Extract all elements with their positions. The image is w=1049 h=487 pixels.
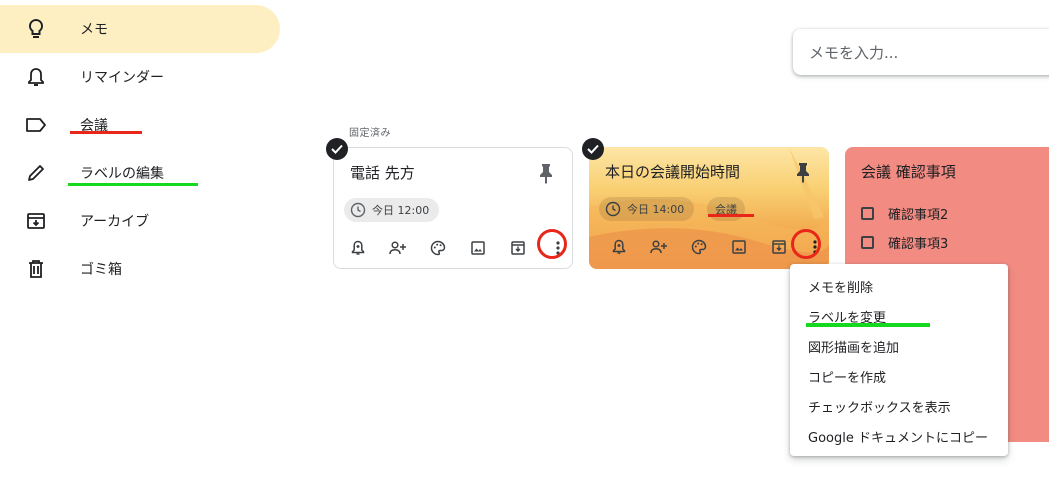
sidebar-item-trash[interactable]: ゴミ箱 xyxy=(0,245,280,293)
menu-item-show-checkboxes[interactable]: チェックボックスを表示 xyxy=(808,397,951,416)
sidebar-item-meeting[interactable]: 会議 xyxy=(0,101,280,149)
note-toolbar xyxy=(599,233,824,261)
reminder-bell-icon[interactable] xyxy=(344,234,372,262)
reminder-text: 今日 12:00 xyxy=(372,204,430,217)
search-input[interactable]: メモを入力... xyxy=(793,29,1049,75)
clock-icon xyxy=(605,201,621,217)
note-title: 会議 確認事項 xyxy=(861,163,956,181)
menu-item-add-drawing[interactable]: 図形描画を追加 xyxy=(808,337,899,356)
label-icon xyxy=(24,113,48,137)
bell-icon xyxy=(24,65,48,89)
sidebar-item-memo[interactable]: メモ xyxy=(0,5,280,53)
note-card[interactable]: 電話 先方 今日 12:00 xyxy=(333,147,573,269)
sidebar-item-reminders[interactable]: リマインダー xyxy=(0,53,280,101)
archive-icon[interactable] xyxy=(765,233,793,261)
checkbox[interactable] xyxy=(861,236,874,249)
sidebar-item-label: アーカイブ xyxy=(80,214,150,230)
menu-item-copy-to-google-docs[interactable]: Google ドキュメントにコピー xyxy=(808,427,988,446)
menu-item-make-copy[interactable]: コピーを作成 xyxy=(808,367,886,386)
add-collaborator-icon[interactable] xyxy=(384,234,412,262)
checkbox[interactable] xyxy=(861,207,874,220)
lightbulb-icon xyxy=(24,17,48,41)
add-collaborator-icon[interactable] xyxy=(645,233,673,261)
pencil-icon xyxy=(24,161,48,185)
note-title: 電話 先方 xyxy=(350,164,415,182)
search-placeholder: メモを入力... xyxy=(809,43,899,62)
sidebar-item-label: リマインダー xyxy=(80,70,164,86)
select-check-icon[interactable] xyxy=(582,138,604,160)
checklist-item-text: 確認事項3 xyxy=(888,237,949,252)
annotation-circle-red xyxy=(537,229,567,259)
pin-icon[interactable] xyxy=(536,162,556,184)
clock-icon xyxy=(350,202,366,218)
reminder-text: 今日 14:00 xyxy=(627,203,685,216)
checklist-item[interactable]: 確認事項3 xyxy=(861,233,948,252)
image-icon[interactable] xyxy=(725,233,753,261)
checklist-item-text: 確認事項2 xyxy=(888,208,949,223)
annotation-underline-red xyxy=(70,131,142,134)
menu-item-delete-note[interactable]: メモを削除 xyxy=(808,277,873,296)
annotation-circle-red xyxy=(791,229,821,259)
sidebar-item-label: ゴミ箱 xyxy=(80,262,122,278)
sidebar-item-label: メモ xyxy=(80,22,108,38)
sidebar-item-archive[interactable]: アーカイブ xyxy=(0,197,280,245)
select-check-icon[interactable] xyxy=(326,138,348,160)
note-context-menu: メモを削除 ラベルを変更 図形描画を追加 コピーを作成 チェックボックスを表示 … xyxy=(790,264,1008,456)
palette-icon[interactable] xyxy=(685,233,713,261)
note-toolbar xyxy=(344,234,569,262)
sidebar-item-edit-labels[interactable]: ラベルの編集 xyxy=(0,149,280,197)
reminder-bell-icon[interactable] xyxy=(605,233,633,261)
annotation-underline-red xyxy=(708,214,754,217)
reminder-chip[interactable]: 今日 12:00 xyxy=(344,198,440,222)
trash-icon xyxy=(24,257,48,281)
sidebar-item-label: ラベルの編集 xyxy=(80,166,164,182)
palette-icon[interactable] xyxy=(424,234,452,262)
annotation-underline-green xyxy=(68,183,198,186)
pin-icon[interactable] xyxy=(793,161,813,183)
annotation-underline-green xyxy=(806,323,930,327)
archive-icon xyxy=(24,209,48,233)
image-icon[interactable] xyxy=(464,234,492,262)
label-chip[interactable]: 会議 xyxy=(707,197,745,221)
reminder-chip[interactable]: 今日 14:00 xyxy=(599,197,695,221)
checklist-item[interactable]: 確認事項2 xyxy=(861,204,948,223)
archive-icon[interactable] xyxy=(504,234,532,262)
pinned-section-label: 固定済み xyxy=(349,128,391,139)
note-title: 本日の会議開始時間 xyxy=(605,163,741,181)
